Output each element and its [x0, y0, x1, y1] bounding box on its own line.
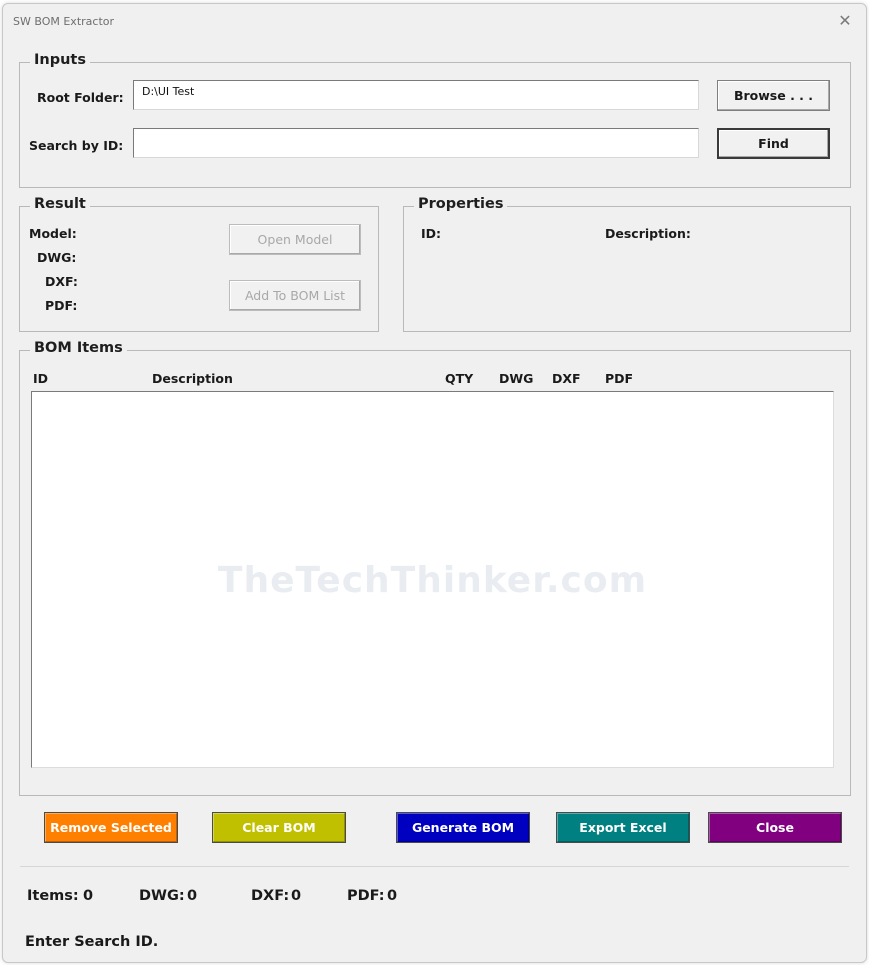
search-by-id-label: Search by ID:: [29, 138, 124, 153]
bom-items-list[interactable]: TheTechThinker.com: [31, 391, 834, 768]
bom-items-legend: BOM Items: [30, 340, 127, 356]
window-close-icon[interactable]: ✕: [832, 10, 858, 32]
close-button[interactable]: Close: [708, 812, 842, 843]
property-description-label: Description:: [605, 226, 691, 241]
title-bar: SW BOM Extractor ✕: [3, 4, 866, 38]
generate-bom-button[interactable]: Generate BOM: [396, 812, 530, 843]
column-header-description[interactable]: Description: [152, 371, 233, 386]
items-count-value: 0: [83, 888, 94, 904]
items-count-label: Items:: [27, 888, 79, 904]
open-model-button[interactable]: Open Model: [229, 224, 361, 255]
pdf-count-label: PDF:: [347, 888, 385, 904]
add-to-bom-list-button[interactable]: Add To BOM List: [229, 280, 361, 311]
pdf-label: PDF:: [45, 298, 78, 313]
model-label: Model:: [29, 226, 77, 241]
column-header-id[interactable]: ID: [33, 371, 48, 386]
watermark-text: TheTechThinker.com: [217, 560, 648, 601]
window-title: SW BOM Extractor: [13, 15, 115, 28]
dwg-label: DWG:: [37, 250, 77, 265]
dxf-count-label: DXF:: [251, 888, 290, 904]
divider: [20, 866, 849, 867]
column-header-dxf[interactable]: DXF: [552, 371, 581, 386]
pdf-count-value: 0: [387, 888, 398, 904]
dwg-count-value: 0: [187, 888, 198, 904]
remove-selected-button[interactable]: Remove Selected: [44, 812, 178, 843]
properties-group: Properties: [403, 196, 851, 332]
browse-button[interactable]: Browse . . .: [717, 80, 830, 111]
dxf-count-value: 0: [291, 888, 302, 904]
export-excel-button[interactable]: Export Excel: [556, 812, 690, 843]
inputs-legend: Inputs: [30, 52, 90, 68]
result-legend: Result: [30, 196, 90, 212]
column-header-qty[interactable]: QTY: [445, 371, 473, 386]
clear-bom-button[interactable]: Clear BOM: [212, 812, 346, 843]
properties-legend: Properties: [414, 196, 508, 212]
status-message: Enter Search ID.: [25, 934, 159, 950]
dwg-count-label: DWG:: [139, 888, 185, 904]
find-button[interactable]: Find: [717, 128, 830, 159]
property-id-label: ID:: [421, 226, 442, 241]
root-folder-label: Root Folder:: [37, 90, 124, 105]
search-id-input[interactable]: [133, 128, 699, 158]
column-header-pdf[interactable]: PDF: [605, 371, 633, 386]
dxf-label: DXF:: [45, 274, 78, 289]
root-folder-input[interactable]: D:\UI Test: [133, 80, 699, 110]
column-header-dwg[interactable]: DWG: [499, 371, 533, 386]
